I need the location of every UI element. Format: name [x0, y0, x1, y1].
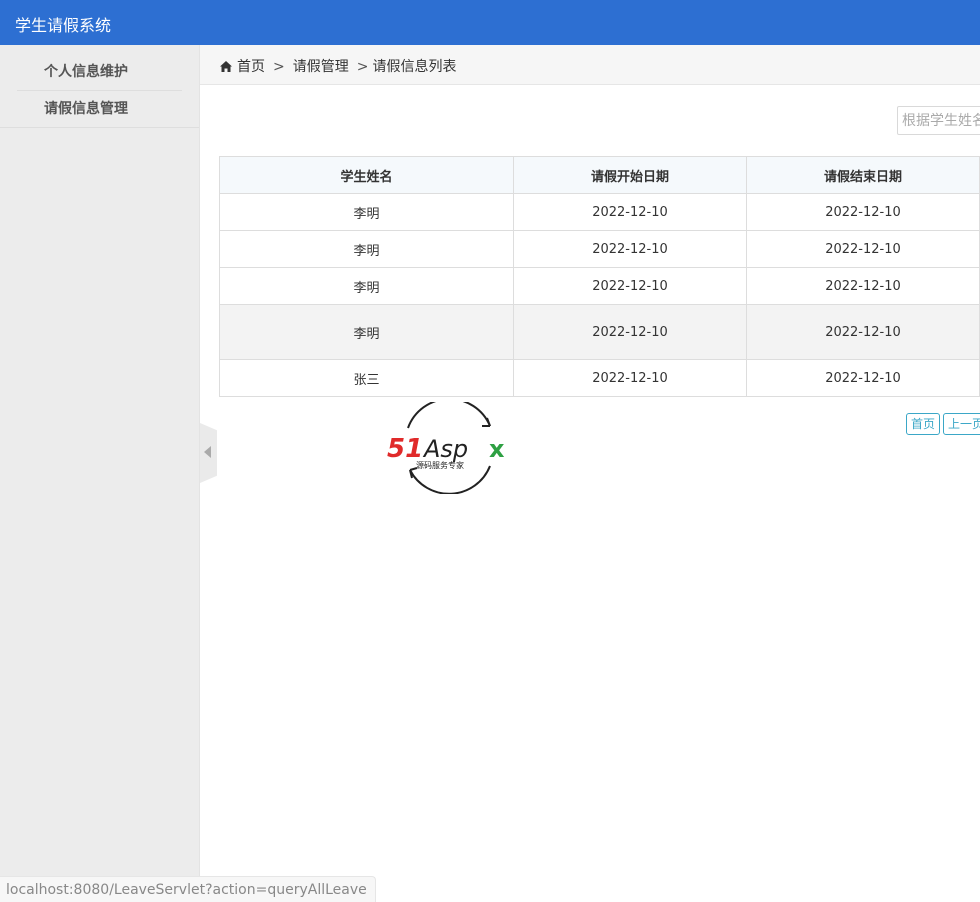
chevron-left-icon: [204, 446, 211, 458]
cell-end-date: 2022-12-10: [746, 230, 980, 268]
breadcrumb-leave-list: 请假信息列表: [372, 59, 457, 75]
status-bar-url: localhost:8080/LeaveServlet?action=query…: [0, 876, 376, 902]
cell-end-date: 2022-12-10: [746, 193, 980, 231]
table-row: 李明 2022-12-10 2022-12-10: [219, 267, 980, 305]
breadcrumb: 首页 > 请假管理 > 请假信息列表: [220, 56, 456, 76]
column-header-start-date: 请假开始日期: [513, 156, 747, 194]
table-row: 张三 2022-12-10 2022-12-10: [219, 359, 980, 397]
sidebar: 个人信息维护 请假信息管理: [0, 45, 200, 902]
svg-text:源码服务专家: 源码服务专家: [416, 460, 464, 470]
cell-start-date: 2022-12-10: [513, 193, 747, 231]
top-header: 学生请假系统: [0, 0, 980, 45]
breadcrumb-leave-management[interactable]: 请假管理: [293, 59, 349, 75]
watermark-logo: 51 Asp x 源码服务专家: [387, 402, 505, 494]
sidebar-item-leave-management[interactable]: 请假信息管理: [0, 91, 199, 128]
cell-student-name: 李明: [219, 193, 514, 231]
pagination: 首页 上一页: [906, 413, 980, 435]
column-header-end-date: 请假结束日期: [746, 156, 980, 194]
svg-text:Asp: Asp: [422, 435, 468, 463]
svg-text:51: 51: [387, 434, 423, 464]
column-header-student-name: 学生姓名: [219, 156, 514, 194]
breadcrumb-bar: 首页 > 请假管理 > 请假信息列表: [200, 45, 980, 85]
sidebar-collapse-toggle[interactable]: [200, 423, 217, 483]
cell-student-name: 李明: [219, 267, 514, 305]
table-row: 李明 2022-12-10 2022-12-10: [219, 304, 980, 360]
table-header-row: 学生姓名 请假开始日期 请假结束日期: [219, 156, 980, 194]
cell-student-name: 李明: [219, 304, 514, 360]
breadcrumb-separator: >: [273, 59, 285, 75]
search-input[interactable]: [897, 106, 980, 135]
cell-start-date: 2022-12-10: [513, 304, 747, 360]
table-row: 李明 2022-12-10 2022-12-10: [219, 230, 980, 268]
cell-student-name: 李明: [219, 230, 514, 268]
sidebar-item-personal-info[interactable]: 个人信息维护: [17, 45, 182, 91]
cell-start-date: 2022-12-10: [513, 267, 747, 305]
app-title: 学生请假系统: [15, 16, 112, 35]
svg-text:x: x: [489, 435, 505, 463]
first-page-button[interactable]: 首页: [906, 413, 941, 435]
home-icon: [220, 61, 232, 72]
cell-start-date: 2022-12-10: [513, 230, 747, 268]
breadcrumb-home-link[interactable]: 首页: [237, 59, 265, 75]
cell-end-date: 2022-12-10: [746, 359, 980, 397]
table-row: 李明 2022-12-10 2022-12-10: [219, 193, 980, 231]
cell-start-date: 2022-12-10: [513, 359, 747, 397]
prev-page-button[interactable]: 上一页: [943, 413, 980, 435]
cell-end-date: 2022-12-10: [746, 304, 980, 360]
cell-end-date: 2022-12-10: [746, 267, 980, 305]
cell-student-name: 张三: [219, 359, 514, 397]
leave-table: 学生姓名 请假开始日期 请假结束日期 李明 2022-12-10 2022-12…: [219, 156, 980, 397]
breadcrumb-separator: >: [356, 59, 369, 75]
